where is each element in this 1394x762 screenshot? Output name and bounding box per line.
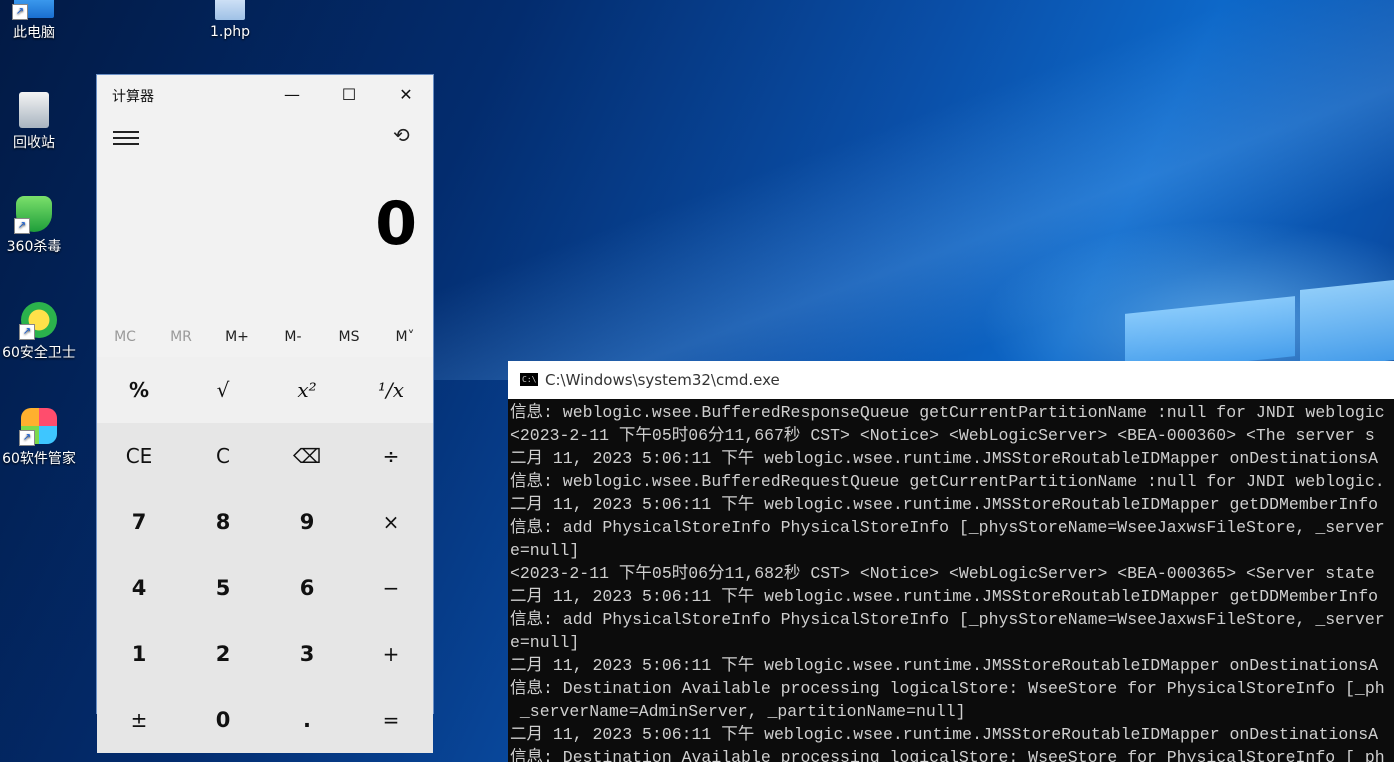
multiply-button[interactable]: × (349, 489, 433, 555)
plus-badge-icon: ↗ (19, 302, 57, 340)
shield-icon: ↗ (14, 196, 52, 234)
desktop-icon-label: 60安全卫士 (2, 345, 76, 361)
reciprocal-button[interactable]: ¹/x (349, 357, 433, 423)
console-line: 信息: add PhysicalStoreInfo PhysicalStoreI… (510, 518, 1385, 537)
minus-button[interactable]: − (349, 555, 433, 621)
close-button[interactable]: ✕ (378, 75, 434, 115)
divide-button[interactable]: ÷ (349, 423, 433, 489)
shortcut-arrow-icon: ↗ (14, 218, 30, 234)
desktop-icon-label: 360杀毒 (6, 239, 62, 255)
plus-button[interactable]: + (349, 621, 433, 687)
shortcut-arrow-icon: ↗ (19, 324, 35, 340)
console-icon: C:\ (520, 373, 538, 386)
console-line: <2023-2-11 下午05时06分11,682秒 CST> <Notice>… (510, 564, 1375, 583)
pinwheel-icon: ↗ (19, 408, 57, 446)
negate-button[interactable]: ± (97, 687, 181, 753)
clear-entry-button[interactable]: CE (97, 423, 181, 489)
decimal-button[interactable]: . (265, 687, 349, 753)
keypad: % √ x² ¹/x CE C ⌫ ÷ 7 8 9 × 4 5 6 − 1 2 … (97, 357, 433, 753)
maximize-button[interactable]: ☐ (321, 75, 377, 115)
wallpaper-logo-pane (1300, 280, 1394, 370)
digit-4-button[interactable]: 4 (97, 555, 181, 621)
console-output[interactable]: 信息: weblogic.wsee.BufferedResponseQueue … (508, 399, 1394, 762)
console-line: e=null] (510, 633, 580, 652)
console-line: 二月 11, 2023 5:06:11 下午 weblogic.wsee.run… (510, 725, 1379, 744)
calculator-window[interactable]: 计算器 — ☐ ✕ ⟲ 0 MC MR M+ M- MS M˅ % √ x² ¹… (96, 74, 434, 753)
console-line: 信息: Destination Available processing log… (510, 679, 1385, 698)
backspace-button[interactable]: ⌫ (265, 423, 349, 489)
memory-list-button[interactable]: M˅ (377, 317, 433, 357)
digit-1-button[interactable]: 1 (97, 621, 181, 687)
digit-3-button[interactable]: 3 (265, 621, 349, 687)
equals-button[interactable]: = (349, 687, 433, 753)
console-line: 信息: add PhysicalStoreInfo PhysicalStoreI… (510, 610, 1385, 629)
digit-5-button[interactable]: 5 (181, 555, 265, 621)
console-line: <2023-2-11 下午05时06分11,667秒 CST> <Notice>… (510, 426, 1375, 445)
digit-0-button[interactable]: 0 (181, 687, 265, 753)
desktop-icon-label: 1.php (209, 24, 250, 40)
desktop-icon-360-antivirus[interactable]: ↗ 360杀毒 (0, 196, 74, 256)
desktop-icon-label: 60软件管家 (2, 451, 76, 467)
window-title: 计算器 (112, 89, 154, 105)
console-line: _serverName=AdminServer, _partitionName=… (510, 702, 966, 721)
desktop-icon-label: 此电脑 (13, 25, 55, 41)
console-line: 信息: Destination Available processing log… (510, 748, 1385, 762)
console-line: 二月 11, 2023 5:06:11 下午 weblogic.wsee.run… (510, 495, 1379, 514)
shortcut-arrow-icon: ↗ (19, 430, 35, 446)
recycle-bin-icon (19, 92, 49, 128)
file-icon (215, 0, 245, 20)
minimize-button[interactable]: — (264, 75, 320, 115)
desktop-icon-php-file[interactable]: 1.php (190, 0, 270, 40)
desktop-icon-360-software-manager[interactable]: ↗ 60软件管家 (0, 408, 79, 468)
console-line: 信息: weblogic.wsee.BufferedRequestQueue g… (510, 472, 1385, 491)
console-line: 二月 11, 2023 5:06:11 下午 weblogic.wsee.run… (510, 449, 1379, 468)
digit-2-button[interactable]: 2 (181, 621, 265, 687)
digit-8-button[interactable]: 8 (181, 489, 265, 555)
memory-clear-button[interactable]: MC (97, 317, 153, 357)
desktop-icon-label: 回收站 (13, 135, 55, 151)
shortcut-arrow-icon: ↗ (12, 4, 28, 20)
result-display: 0 (375, 189, 417, 259)
desktop-icon-this-pc[interactable]: ↗ 此电脑 (0, 0, 74, 42)
console-line: 二月 11, 2023 5:06:11 下午 weblogic.wsee.run… (510, 656, 1379, 675)
calculator-titlebar[interactable]: 计算器 — ☐ ✕ (97, 75, 433, 115)
memory-row: MC MR M+ M- MS M˅ (97, 317, 433, 357)
desktop-icon-360-security[interactable]: ↗ 60安全卫士 (0, 302, 79, 362)
memory-subtract-button[interactable]: M- (265, 317, 321, 357)
window-title: C:\Windows\system32\cmd.exe (545, 371, 780, 389)
desktop-icon-recycle-bin[interactable]: 回收站 (0, 92, 74, 152)
cmd-window[interactable]: C:\ C:\Windows\system32\cmd.exe 信息: webl… (508, 361, 1394, 762)
hamburger-menu-icon[interactable] (113, 127, 139, 147)
digit-7-button[interactable]: 7 (97, 489, 181, 555)
memory-recall-button[interactable]: MR (153, 317, 209, 357)
history-icon[interactable]: ⟲ (393, 123, 410, 147)
computer-icon: ↗ (12, 0, 54, 20)
square-root-button[interactable]: √ (181, 357, 265, 423)
clear-button[interactable]: C (181, 423, 265, 489)
square-button[interactable]: x² (265, 357, 349, 423)
memory-add-button[interactable]: M+ (209, 317, 265, 357)
percent-button[interactable]: % (97, 357, 181, 423)
console-line: 信息: weblogic.wsee.BufferedResponseQueue … (510, 403, 1385, 422)
digit-9-button[interactable]: 9 (265, 489, 349, 555)
console-line: 二月 11, 2023 5:06:11 下午 weblogic.wsee.run… (510, 587, 1379, 606)
memory-store-button[interactable]: MS (321, 317, 377, 357)
digit-6-button[interactable]: 6 (265, 555, 349, 621)
console-line: e=null] (510, 541, 580, 560)
calculator-display-area: ⟲ 0 (97, 115, 433, 317)
cmd-titlebar[interactable]: C:\ C:\Windows\system32\cmd.exe (508, 361, 1394, 399)
